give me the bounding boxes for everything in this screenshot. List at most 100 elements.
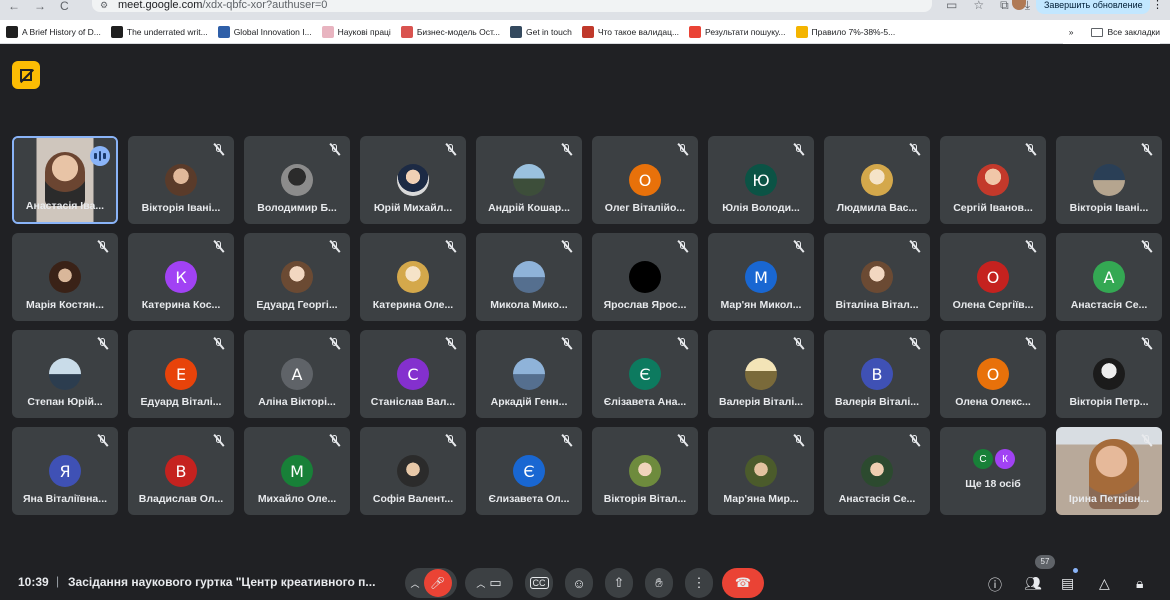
participant-tile[interactable]: О Олена Олекс...	[940, 330, 1046, 418]
bookmark-item[interactable]: Наукові праці	[321, 25, 391, 38]
activities-icon[interactable]: △	[1099, 575, 1110, 592]
bookmark-item[interactable]: Global Innovation I...	[217, 25, 312, 38]
mic-off-icon	[560, 240, 574, 254]
captions-button[interactable]: CC	[525, 568, 553, 598]
bookmark-favicon-icon	[6, 25, 18, 38]
people-icon[interactable]: 👥︎	[1024, 575, 1042, 592]
all-bookmarks-button[interactable]: Все закладки	[1091, 27, 1160, 38]
star-icon[interactable]: ☆	[973, 0, 984, 11]
captions-icon: CC	[529, 577, 549, 589]
avatar	[49, 261, 81, 293]
info-icon[interactable]: ⓘ	[988, 575, 1002, 595]
participant-tile[interactable]: Ю Юлія Володи...	[708, 136, 814, 224]
participant-tile[interactable]: О Олена Сергіїв...	[940, 233, 1046, 321]
more-options-button[interactable]: ⋮	[685, 568, 713, 598]
participant-tile[interactable]: Юрій Михайл...	[360, 136, 466, 224]
participant-tile[interactable]: В Владислав Ол...	[128, 427, 234, 515]
participant-tile[interactable]: М Мар'ян Микол...	[708, 233, 814, 321]
participant-tile[interactable]: Є Єлізавета Ана...	[592, 330, 698, 418]
participant-tile[interactable]: Валерія Віталі...	[708, 330, 814, 418]
back-icon[interactable]: ←	[8, 0, 20, 12]
participant-tile[interactable]: С Станіслав Вал...	[360, 330, 466, 418]
participant-tile[interactable]: Катерина Оле...	[360, 233, 466, 321]
participant-tile[interactable]: Є Єлизавета Ол...	[476, 427, 582, 515]
participants-count-badge: 57	[1035, 555, 1055, 569]
site-info-icon[interactable]: ⚙	[100, 0, 108, 10]
avatar: К	[995, 449, 1015, 469]
avatar	[397, 261, 429, 293]
cast-icon[interactable]: ▭	[946, 0, 957, 11]
participant-tile[interactable]: Степан Юрій...	[12, 330, 118, 418]
participant-tile[interactable]: Микола Мико...	[476, 233, 582, 321]
participant-tile[interactable]: Анастасія Се...	[824, 427, 930, 515]
bookmark-item[interactable]: Бизнес-модель Ост...	[400, 25, 500, 38]
mic-off-icon	[1140, 434, 1154, 448]
avatar	[165, 164, 197, 196]
update-button[interactable]: Завершить обновление	[1036, 0, 1150, 14]
participant-tile[interactable]: Вікторія Вітал...	[592, 427, 698, 515]
mic-off-icon	[792, 240, 806, 254]
mic-off-icon	[1024, 337, 1038, 351]
avatar	[861, 455, 893, 487]
participant-tile[interactable]: Едуард Георгі...	[244, 233, 350, 321]
participant-tile[interactable]: Вікторія Петр...	[1056, 330, 1162, 418]
chevron-up-icon[interactable]: ︿	[476, 577, 485, 590]
participant-tile[interactable]: Аркадій Генн...	[476, 330, 582, 418]
mic-off-icon[interactable]: 🎤︎	[423, 569, 452, 597]
participant-tile[interactable]: Людмила Вас...	[824, 136, 930, 224]
bookmark-item[interactable]: The underrated writ...	[110, 25, 208, 38]
extensions-icon[interactable]: ⧉	[1000, 0, 1009, 11]
participant-tile[interactable]: Вікторія Івані...	[128, 136, 234, 224]
avatar	[629, 261, 661, 293]
chat-icon[interactable]: ▤	[1061, 575, 1074, 592]
participant-tile[interactable]: Е Едуард Віталі...	[128, 330, 234, 418]
participant-tile[interactable]: С К Ще 18 осіб	[940, 427, 1046, 515]
bookmark-item[interactable]: Результати пошуку...	[689, 25, 786, 38]
bookmark-item[interactable]: A Brief History of D...	[6, 25, 101, 38]
participant-tile[interactable]: Ярослав Ярос...	[592, 233, 698, 321]
leave-call-button[interactable]: ☎	[722, 568, 764, 598]
reload-icon[interactable]: C	[60, 0, 69, 12]
participant-tile[interactable]: В Валерія Віталі...	[824, 330, 930, 418]
bookmark-item[interactable]: Правило 7%-38%-5...	[795, 25, 895, 38]
participant-tile[interactable]: Володимир Б...	[244, 136, 350, 224]
participant-tile[interactable]: М Михайло Оле...	[244, 427, 350, 515]
participant-tile[interactable]: А Анастасія Се...	[1056, 233, 1162, 321]
present-button[interactable]: ⇧	[605, 568, 633, 598]
emoji-button[interactable]: ☺	[565, 568, 593, 598]
participant-tile[interactable]: А Аліна Вікторі...	[244, 330, 350, 418]
bookmark-favicon-icon	[400, 25, 413, 38]
separator: |	[56, 574, 60, 588]
participant-tile[interactable]: Віталіна Вітал...	[824, 233, 930, 321]
bookmark-item[interactable]: Что такое валидац...	[581, 25, 679, 38]
camera-control[interactable]: ︿ ▭	[465, 568, 513, 598]
participant-tile[interactable]: Мар'яна Мир...	[708, 427, 814, 515]
participant-tile[interactable]: Анастасія Іва...	[12, 136, 118, 224]
host-controls-badge[interactable]	[12, 61, 40, 89]
participant-tile[interactable]: Андрій Кошар...	[476, 136, 582, 224]
participant-tile[interactable]: О Олег Віталійо...	[592, 136, 698, 224]
url-host: meet.google.com	[118, 0, 203, 11]
participant-tile[interactable]: К Катерина Кос...	[128, 233, 234, 321]
participant-tile[interactable]: Я Яна Віталіївна...	[12, 427, 118, 515]
participant-name: Валерія Віталі...	[719, 396, 803, 408]
host-controls-icon[interactable]: 🔒︎	[1136, 575, 1143, 592]
participant-tile[interactable]: Софія Валент...	[360, 427, 466, 515]
participant-tile[interactable]: Ірина Петрівн...	[1056, 427, 1162, 515]
mic-control[interactable]: ︿ 🎤︎	[405, 568, 457, 598]
address-bar[interactable]: ⚙ meet.google.com/xdx-qbfc-xor?authuser=…	[92, 0, 932, 12]
more-bookmarks-icon[interactable]: »	[1069, 27, 1074, 37]
bookmark-item[interactable]: Get in touch	[509, 25, 572, 38]
chevron-up-icon[interactable]: ︿	[410, 577, 419, 590]
avatar	[861, 164, 893, 196]
avatar: Є	[629, 358, 661, 390]
browser-menu-icon[interactable]: ⋮	[1152, 0, 1163, 11]
forward-icon[interactable]: →	[34, 0, 46, 12]
participant-tile[interactable]: Марія Костян...	[12, 233, 118, 321]
participant-tile[interactable]: Вікторія Івані...	[1056, 136, 1162, 224]
participant-tile[interactable]: Сергій Іванов...	[940, 136, 1046, 224]
camera-icon[interactable]: ▭	[489, 575, 501, 591]
avatar: О	[629, 164, 661, 196]
raise-hand-button[interactable]: ✋︎	[645, 568, 673, 598]
bookmark-favicon-icon	[689, 25, 702, 38]
